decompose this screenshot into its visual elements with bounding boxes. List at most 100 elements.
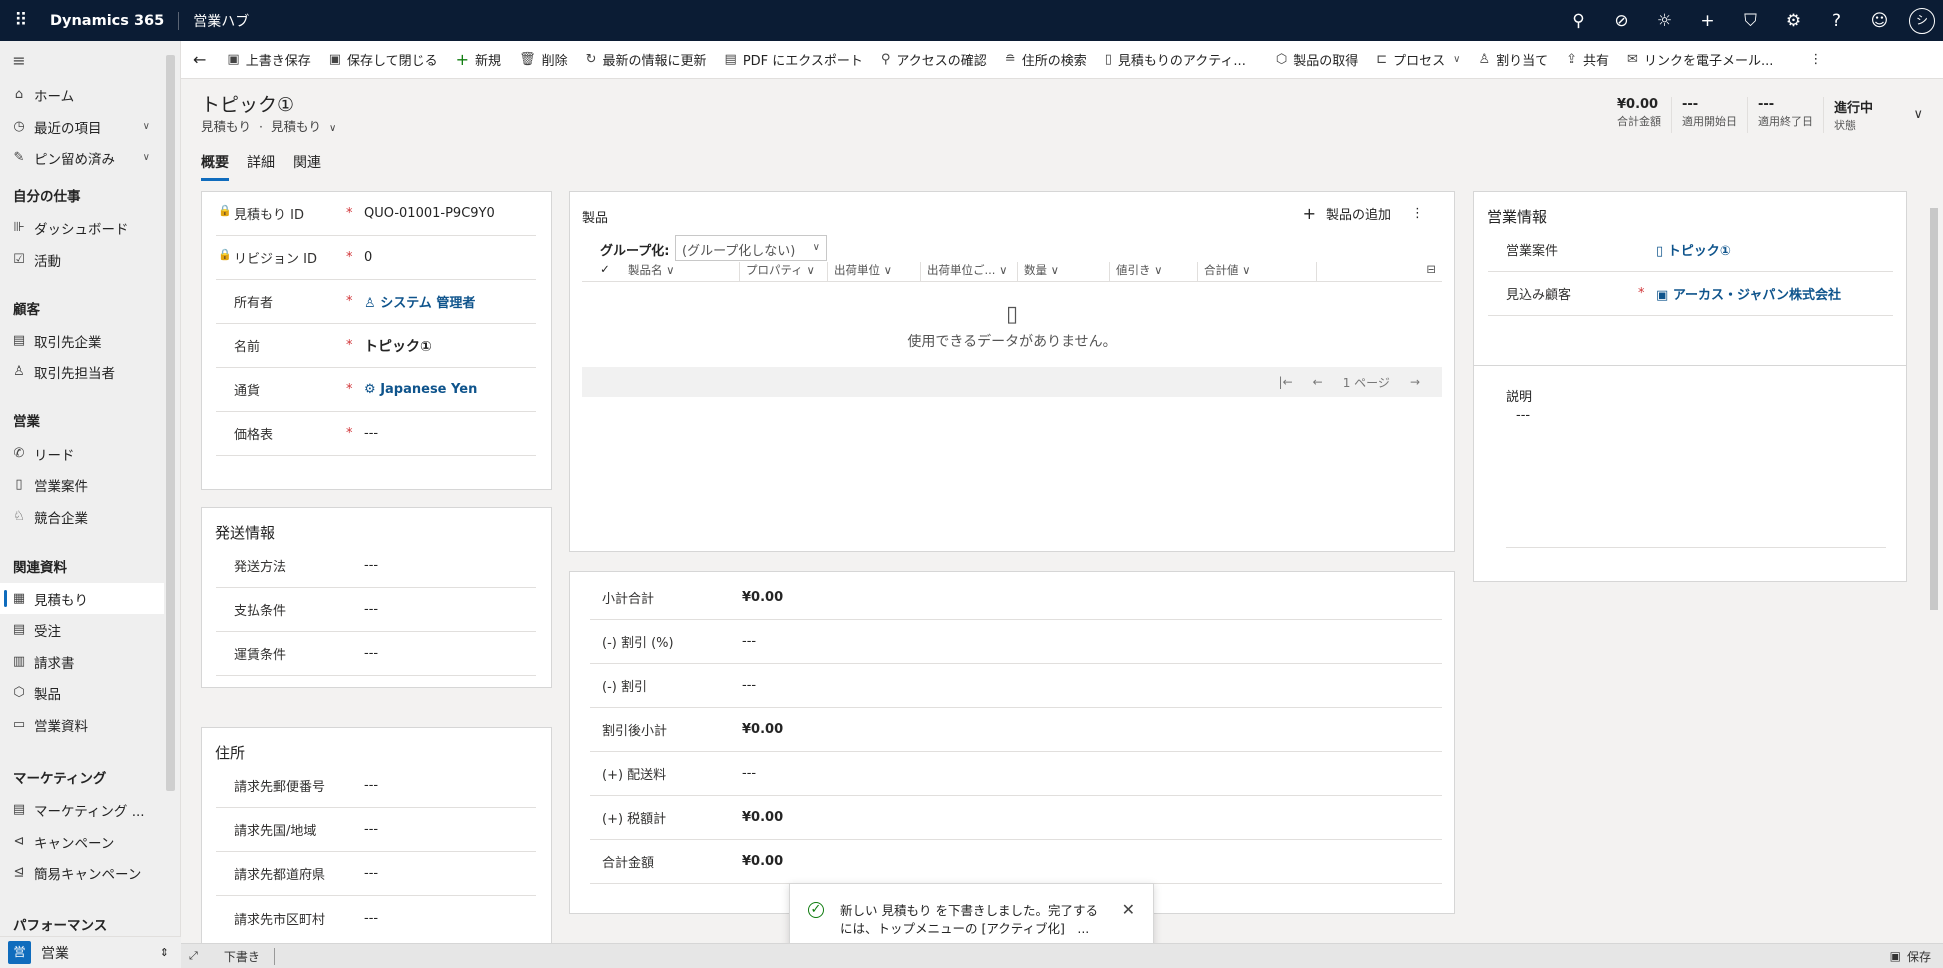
col-property[interactable]: プロパティ ∨ (740, 262, 828, 281)
sidebar-item-opportunities[interactable]: ▯ 営業案件 (0, 469, 164, 500)
column-options-icon[interactable]: ⊟ (1317, 262, 1442, 281)
sidebar-item-home[interactable]: ⌂ ホーム (0, 79, 164, 110)
plus-icon[interactable]: + (1686, 11, 1729, 31)
expand-icon[interactable]: ⤢ (189, 949, 198, 963)
main-scrollbar[interactable] (1928, 196, 1940, 941)
field-bill-country[interactable]: 請求先国/地域 --- (216, 808, 536, 852)
sidebar-item-leads[interactable]: ✆ リード (0, 438, 164, 469)
delete-button[interactable]: 🗑 削除 (510, 41, 577, 79)
email-link-button[interactable]: ✉ リンクを電子メール... (1618, 41, 1782, 79)
owner-link[interactable]: ♙ システム 管理者 (364, 292, 475, 311)
prev-page-icon[interactable]: ← (1313, 375, 1323, 389)
form-selector[interactable]: 見積もり · 見積もり ∨ (201, 116, 336, 135)
avatar[interactable]: シ (1909, 7, 1935, 34)
field-discount-percent[interactable]: (-) 割引 (%) --- (590, 620, 1442, 664)
field-revision-id[interactable]: 🔒 リビジョン ID * 0 (216, 236, 536, 280)
col-extended-amount[interactable]: 合計値 ∨ (1198, 262, 1317, 281)
sidebar-item-competitors[interactable]: ♘ 競合企業 (0, 501, 164, 532)
more-vertical-icon[interactable]: ⋮ (1411, 206, 1424, 221)
sidebar-item-accounts[interactable]: ▤ 取引先企業 (0, 325, 164, 356)
field-name[interactable]: 名前 * トピック① (216, 324, 536, 368)
gear-icon[interactable]: ⚙ (1772, 11, 1815, 31)
field-shipping-method[interactable]: 発送方法 --- (216, 544, 536, 588)
task-icon[interactable]: ⊘ (1600, 11, 1643, 31)
lightbulb-icon[interactable]: ☼ (1643, 11, 1686, 31)
field-payment-terms[interactable]: 支払条件 --- (216, 588, 536, 632)
save-button[interactable]: ▣ 上書き保存 (218, 41, 319, 79)
add-product-button[interactable]: + 製品の追加 ⋮ (1303, 204, 1424, 223)
col-discount[interactable]: 値引き ∨ (1110, 262, 1198, 281)
tab-details[interactable]: 詳細 (247, 152, 275, 181)
more-commands-button[interactable]: ⋮ (1800, 41, 1831, 79)
assign-button[interactable]: ♙ 割り当て (1469, 41, 1557, 79)
sidebar-item-marketing-lists[interactable]: ▤ マーケティング ... (0, 794, 164, 825)
share-button[interactable]: ⇪ 共有 (1557, 41, 1618, 79)
chevron-down-icon[interactable]: ∨ (143, 121, 150, 132)
save-close-button[interactable]: ▣ 保存して閉じる (320, 41, 447, 79)
field-tax[interactable]: (+) 税額計 ¥0.00 (590, 796, 1442, 840)
sidebar-item-quotes[interactable]: ▦ 見積もり (0, 583, 164, 614)
field-discount[interactable]: (-) 割引 --- (590, 664, 1442, 708)
get-products-button[interactable]: ⬡ 製品の取得 (1267, 41, 1367, 79)
next-page-icon[interactable]: → (1410, 375, 1420, 389)
activate-quote-button[interactable]: ▯ 見積もりのアクティ... (1096, 41, 1255, 79)
sidebar-item-dashboard[interactable]: ⊪ ダッシュボード (0, 212, 164, 243)
field-subtotal[interactable]: 小計合計 ¥0.00 (590, 576, 1442, 620)
sidebar-item-recent[interactable]: ◷ 最近の項目 ∨ (0, 111, 164, 142)
first-page-icon[interactable]: |← (1279, 375, 1293, 389)
col-product-name[interactable]: 製品名 ∨ (622, 262, 740, 281)
close-icon[interactable]: ✕ (1122, 900, 1135, 919)
prospect-link[interactable]: ▣ アーカス・ジャパン株式会社 (1656, 284, 1841, 303)
sidebar-item-sales-literature[interactable]: ▭ 営業資料 (0, 709, 164, 740)
field-bill-state[interactable]: 請求先都道府県 --- (216, 852, 536, 896)
feedback-icon[interactable]: ☺ (1858, 11, 1901, 31)
process-button[interactable]: ⊏ プロセス ∨ (1367, 41, 1469, 79)
sidebar-item-pinned[interactable]: ✎ ピン留め済み ∨ (0, 142, 164, 173)
field-pre-freight[interactable]: 割引後小計 ¥0.00 (590, 708, 1442, 752)
opportunity-link[interactable]: ▯ トピック① (1656, 240, 1731, 259)
sidebar-item-quick-campaigns[interactable]: ⊴ 簡易キャンペーン (0, 857, 164, 888)
sidebar-item-invoices[interactable]: ▥ 請求書 (0, 646, 164, 677)
lookup-address-button[interactable]: ≘ 住所の検索 (996, 41, 1096, 79)
chevron-down-icon[interactable]: ∨ (143, 152, 150, 163)
field-quote-id[interactable]: 🔒 見積もり ID * QUO-01001-P9C9Y0 (216, 192, 536, 236)
refresh-button[interactable]: ↻ 最新の情報に更新 (577, 41, 716, 79)
sidebar-scrollbar[interactable] (166, 55, 175, 791)
field-owner[interactable]: 所有者 * ♙ システム 管理者 (216, 280, 536, 324)
col-price-per-unit[interactable]: 出荷単位ご... ∨ (921, 262, 1018, 281)
sidebar-item-products[interactable]: ⬡ 製品 (0, 677, 164, 708)
status-save-button[interactable]: ▣ 保存 (1890, 948, 1931, 965)
check-access-button[interactable]: ⚲ アクセスの確認 (872, 41, 996, 79)
field-prospect[interactable]: 見込み顧客 * ▣ アーカス・ジャパン株式会社 (1488, 272, 1893, 316)
select-all-checkbox[interactable]: ✓ (582, 262, 622, 281)
field-freight-terms[interactable]: 運賃条件 --- (216, 632, 536, 676)
sidebar-menu-toggle[interactable]: ≡ (0, 45, 164, 76)
field-freight[interactable]: (+) 配送料 --- (590, 752, 1442, 796)
currency-link[interactable]: ⚙ Japanese Yen (364, 382, 477, 397)
col-unit[interactable]: 出荷単位 ∨ (828, 262, 921, 281)
brand-name[interactable]: Dynamics 365 (42, 11, 180, 30)
description-textarea[interactable]: --- (1506, 408, 1886, 548)
field-total[interactable]: 合計金額 ¥0.00 (590, 840, 1442, 884)
groupby-select[interactable]: (グループ化しない) ∨ (675, 235, 827, 261)
sidebar-item-campaigns[interactable]: ⊲ キャンペーン (0, 826, 164, 857)
field-opportunity[interactable]: 営業案件 ▯ トピック① (1488, 228, 1893, 272)
col-quantity[interactable]: 数量 ∨ (1018, 262, 1110, 281)
field-currency[interactable]: 通貨 * ⚙ Japanese Yen (216, 368, 536, 412)
app-launcher-icon[interactable]: ⠿ (0, 0, 42, 41)
header-expand-chevron-icon[interactable]: ∨ (1913, 107, 1923, 122)
sidebar-item-contacts[interactable]: ♙ 取引先担当者 (0, 356, 164, 387)
scroll-thumb[interactable] (1930, 208, 1938, 610)
field-price-list[interactable]: 価格表 * --- (216, 412, 536, 456)
help-icon[interactable]: ? (1815, 11, 1858, 31)
field-bill-postal[interactable]: 請求先郵便番号 --- (216, 764, 536, 808)
search-icon[interactable]: ⚲ (1557, 11, 1600, 31)
back-button[interactable]: ← (181, 41, 218, 79)
area-switcher[interactable]: 営 営業 ⇕ (0, 936, 181, 968)
export-pdf-button[interactable]: ▤ PDF にエクスポート (716, 41, 872, 79)
filter-icon[interactable]: ⛉ (1729, 11, 1772, 31)
new-button[interactable]: + 新規 (447, 41, 510, 79)
sidebar-item-activities[interactable]: ☑ 活動 (0, 244, 164, 275)
sidebar-item-orders[interactable]: ▤ 受注 (0, 614, 164, 645)
app-name[interactable]: 営業ハブ (179, 11, 249, 31)
